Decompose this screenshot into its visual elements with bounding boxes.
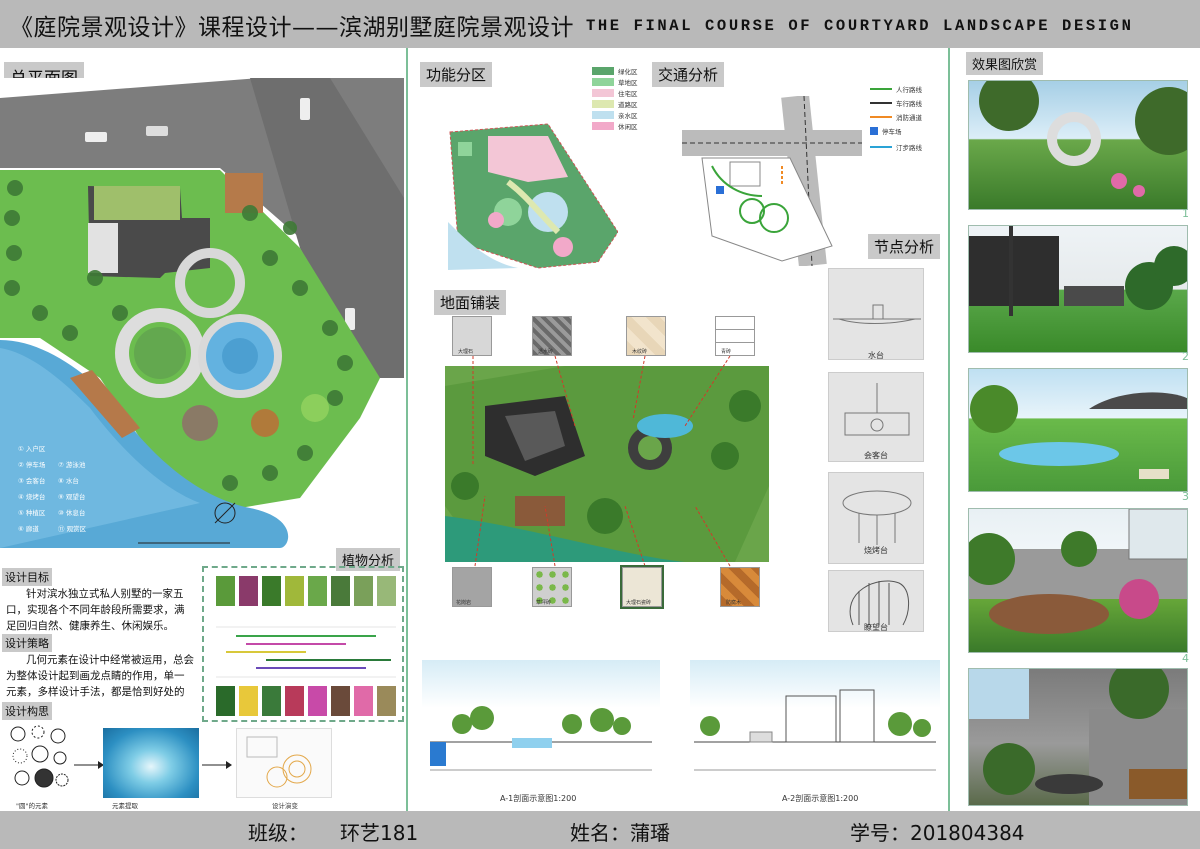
paving-label-1: 大理石 (458, 349, 474, 355)
render-number-4: 4 (1182, 652, 1189, 665)
render-4 (968, 508, 1188, 653)
section-a1-label: A-1剖面示意图1:200 (500, 794, 577, 803)
master-plan: ① 入户区 ② 停车场 ③ 会客台 ④ 烧烤台 ⑤ 种植区 ⑥ 廊道 ⑦ 游泳池… (0, 78, 404, 548)
plan-legend-3: ③ 会客台 (18, 477, 46, 485)
plant-photos-top (216, 576, 396, 606)
page-title-english: THE FINAL COURSE OF COURTYARD LANDSCAPE … (586, 17, 1134, 35)
node-image-1 (828, 268, 924, 360)
student-id: 学号：201804384 (850, 821, 1025, 845)
plan-legend-2: ② 停车场 (18, 461, 46, 469)
render-3 (968, 368, 1188, 492)
plan-legend-4: ④ 烧烤台 (18, 493, 46, 501)
function-zone-map (448, 122, 618, 270)
arrow-icon (202, 761, 232, 769)
render-1 (968, 80, 1188, 210)
class-value: 环艺181 (340, 821, 419, 845)
node-label-2: 会客台 (864, 451, 888, 460)
student-name: 姓名：蒲璠 (570, 821, 670, 845)
goal-text: 针对滨水独立式私人别墅的一家五口，实现各个不同年龄段所需要求，满足回归自然、健康… (6, 588, 185, 632)
footer-bar: 班级： 环艺181 姓名：蒲璠 学号：201804384 (0, 811, 1200, 849)
node-label-4: 瞭望台 (864, 623, 888, 632)
section-a2 (690, 660, 940, 780)
plan-legend-9: ⑨ 观望台 (58, 493, 86, 501)
design-evolution-image (236, 728, 332, 798)
node-heading: 节点分析 (868, 234, 941, 259)
render-number-1: 1 (1182, 207, 1189, 220)
traffic-heading: 交通分析 (652, 62, 725, 87)
render-2 (968, 225, 1188, 353)
divider (406, 48, 408, 811)
plan-legend-10: ⑩ 休息台 (58, 509, 86, 517)
paving-label-8: 防腐木 (726, 600, 742, 606)
paving-label-4: 青砖 (721, 349, 732, 355)
section-a1 (422, 660, 660, 780)
header-bar: 《庭院景观设计》课程设计——滨湖别墅庭院景观设计 THE FINAL COURS… (0, 0, 1200, 48)
render-number-2: 2 (1182, 350, 1189, 363)
render-number-3: 3 (1182, 490, 1189, 503)
plant-bloom-chart (216, 626, 396, 678)
section-a2-label: A-2剖面示意图1:200 (782, 794, 859, 803)
page-title: 《庭院景观设计》课程设计——滨湖别墅庭院景观设计 (10, 15, 574, 41)
goal-heading: 设计目标 (2, 568, 52, 586)
plant-analysis-panel (202, 566, 404, 722)
plan-legend-7: ⑦ 游泳池 (58, 461, 86, 469)
node-label-1: 水台 (868, 351, 884, 360)
paving-label-3: 木纹砖 (632, 349, 648, 355)
strategy-heading: 设计策略 (2, 634, 52, 652)
class-label: 班级： (248, 821, 308, 845)
concept-label-1: "圆"的元素 (16, 802, 48, 810)
plan-legend-5: ⑤ 种植区 (18, 509, 46, 517)
paving-label-5: 花岗岩 (456, 600, 472, 606)
divider (948, 48, 950, 811)
traffic-map (682, 96, 862, 266)
function-zone-heading: 功能分区 (420, 62, 493, 87)
concept-circles (6, 722, 72, 800)
plan-legend-1: ① 入户区 (18, 445, 46, 453)
arrow-icon (74, 761, 104, 769)
node-image-2 (828, 372, 924, 462)
node-label-3: 烧烤台 (864, 546, 888, 555)
renders-heading: 效果图欣赏 (966, 52, 1044, 75)
concept-label-3: 设计演变 (272, 802, 298, 810)
paving-heading: 地面铺装 (434, 290, 507, 315)
plan-legend-11: ⑪ 观赏区 (58, 525, 87, 533)
concept-heading: 设计构思 (2, 702, 52, 720)
plant-photos-bottom (216, 686, 396, 716)
plan-legend-6: ⑥ 廊道 (18, 525, 39, 533)
paving-label-7: 大理石瓷砖 (626, 600, 652, 606)
water-drop-image (103, 728, 199, 798)
paving-label-2: 透水砖 (538, 349, 554, 355)
paving-label-6: 草坪砖 (536, 600, 552, 606)
paving-pointer-lines (472, 356, 731, 567)
plan-legend-8: ⑧ 水台 (58, 477, 79, 485)
concept-label-2: 元素提取 (112, 802, 138, 810)
render-5 (968, 668, 1188, 806)
